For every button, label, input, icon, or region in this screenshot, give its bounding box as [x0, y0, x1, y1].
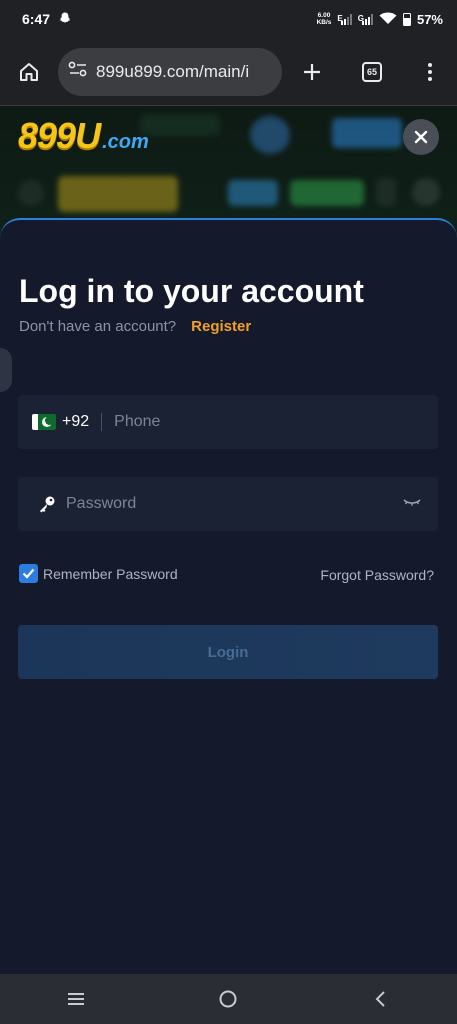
- status-bar: 6:47 6.00 KB/s E G 57%: [0, 0, 457, 38]
- remember-label: Remember Password: [43, 565, 178, 582]
- status-time: 6:47: [22, 11, 51, 27]
- battery-percent: 57%: [416, 11, 443, 27]
- pakistan-flag-icon: [32, 414, 56, 430]
- remember-checkbox[interactable]: [19, 564, 38, 583]
- address-bar[interactable]: 899u899.com/main/i: [58, 47, 282, 96]
- recent-apps-button[interactable]: [46, 974, 106, 1024]
- browser-toolbar: 899u899.com/main/i 65: [0, 38, 457, 106]
- side-drawer-handle[interactable]: [0, 348, 12, 392]
- battery-icon: [402, 12, 411, 26]
- phone-field[interactable]: +92 Phone: [18, 395, 438, 449]
- register-prompt: Don't have an account? Register: [19, 318, 251, 335]
- eye-closed-icon[interactable]: [402, 495, 422, 513]
- close-button[interactable]: [403, 119, 439, 155]
- no-account-text: Don't have an account?: [19, 318, 177, 335]
- phone-input[interactable]: Phone: [114, 413, 160, 431]
- page-title: Log in to your account: [19, 273, 364, 309]
- password-field[interactable]: Password: [18, 477, 438, 531]
- url-text: 899u899.com/main/i: [96, 61, 250, 81]
- snapchat-icon: [58, 11, 72, 28]
- country-code[interactable]: +92: [62, 413, 89, 431]
- home-icon: [20, 62, 38, 81]
- remember-password-row[interactable]: Remember Password: [19, 564, 178, 583]
- wifi-icon: [379, 11, 397, 28]
- tab-count: 65: [362, 61, 382, 82]
- home-button[interactable]: [0, 38, 58, 106]
- menu-lines-icon: [68, 993, 85, 1005]
- forgot-password-link[interactable]: Forgot Password?: [320, 567, 434, 583]
- cell-signal-icon: E: [337, 13, 352, 25]
- close-icon: [414, 130, 428, 144]
- net-speed: 6.00 KB/s: [316, 12, 332, 26]
- tab-switcher-button[interactable]: 65: [342, 38, 402, 106]
- key-icon: [38, 495, 56, 513]
- site-logo: 899U .com: [18, 115, 149, 156]
- back-chevron-icon: [375, 991, 385, 1007]
- system-nav-bar: [0, 974, 457, 1024]
- browser-menu-button[interactable]: [402, 38, 457, 106]
- login-button[interactable]: Login: [18, 625, 438, 679]
- field-divider: [101, 413, 103, 431]
- cell-signal-2-icon: G: [358, 13, 373, 25]
- site-settings-icon[interactable]: [68, 61, 88, 82]
- checkmark-icon: [22, 568, 35, 579]
- password-input[interactable]: Password: [66, 495, 136, 513]
- home-nav-button[interactable]: [198, 974, 258, 1024]
- new-tab-button[interactable]: [282, 38, 342, 106]
- circle-home-icon: [219, 990, 237, 1008]
- plus-icon: [304, 63, 320, 80]
- back-button[interactable]: [351, 974, 411, 1024]
- register-link[interactable]: Register: [191, 318, 251, 335]
